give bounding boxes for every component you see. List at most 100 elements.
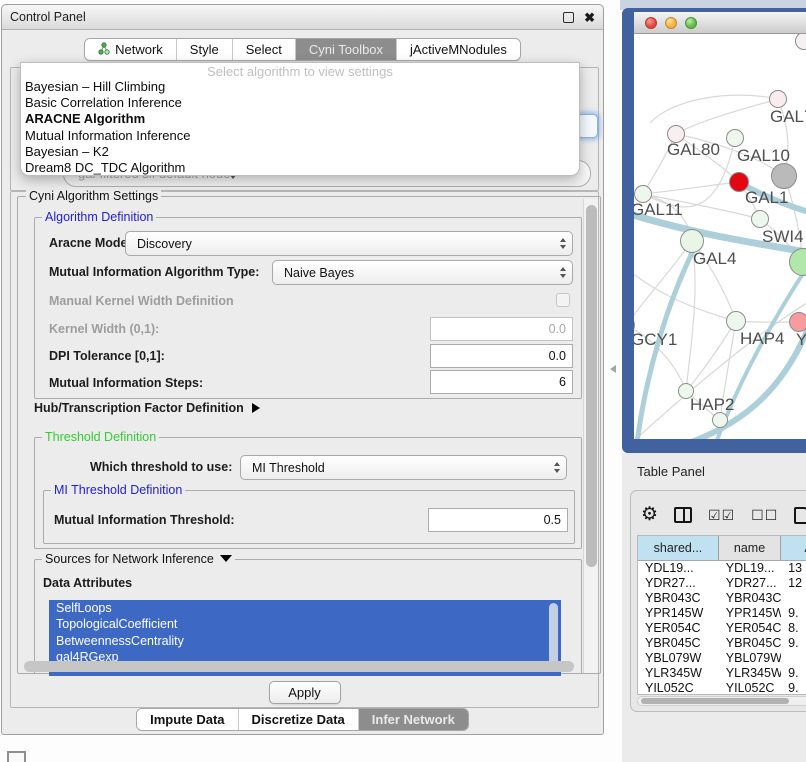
table-row[interactable]: YDR27...YDR27...12	[638, 576, 806, 591]
split-columns-icon[interactable]	[674, 507, 692, 523]
attribute-item[interactable]: SelfLoops	[49, 600, 561, 616]
tab-cyni-toolbox[interactable]: Cyni Toolbox	[296, 39, 397, 60]
table-cell: YBL079W	[638, 651, 719, 666]
network-icon	[98, 42, 110, 58]
tab-style[interactable]: Style	[177, 39, 233, 60]
manual-kernel-width-label: Manual Kernel Width Definition	[49, 294, 234, 308]
table-row[interactable]: YDL19...YDL19...13	[638, 561, 806, 576]
tab-network[interactable]: Network	[85, 39, 177, 60]
mi-algorithm-type-select[interactable]: Naive Bayes	[272, 260, 573, 285]
network-node-hap4[interactable]	[726, 311, 746, 331]
settings-gear-icon[interactable]: ⚙	[641, 505, 658, 525]
node-label: SWI4	[762, 227, 804, 247]
aracne-mode-select[interactable]: Discovery	[125, 231, 573, 256]
table-cell: 9.	[781, 681, 806, 695]
apply-button[interactable]: Apply	[269, 681, 341, 704]
node-label: GAL80	[667, 140, 720, 160]
tab-select[interactable]: Select	[233, 39, 296, 60]
algorithm-option[interactable]: Bayesian – K2	[21, 144, 579, 160]
tab-infer-network[interactable]: Infer Network	[359, 709, 468, 730]
minimize-traffic-light[interactable]	[665, 17, 677, 29]
which-threshold-select[interactable]: MI Threshold	[240, 455, 567, 480]
network-node-gal7[interactable]	[769, 90, 787, 108]
table-cell: 9.	[781, 666, 806, 681]
table-row[interactable]: YBR045CYBR045C9.	[638, 636, 806, 651]
data-attributes-label: Data Attributes	[43, 576, 132, 590]
which-threshold-label: Which threshold to use:	[90, 460, 232, 474]
minimized-window-icon[interactable]	[7, 751, 26, 762]
close-traffic-light[interactable]	[645, 17, 657, 29]
table-cell: 8.	[781, 621, 806, 636]
table-row[interactable]: YPR145WYPR145W9.	[638, 606, 806, 621]
table-panel-region: Table Panel ⚙ ☑☑ ☐☐ shared...nameA YDL19…	[622, 453, 806, 762]
node-label: HAP2	[690, 395, 734, 415]
bottom-tabbar: Impute Data Discretize Data Infer Networ…	[2, 708, 603, 731]
attribute-item[interactable]: TopologicalCoefficient	[49, 616, 561, 632]
node-attribute-table[interactable]: shared...nameA YDL19...YDL19...13YDR27..…	[637, 535, 806, 695]
float-window-icon[interactable]	[563, 12, 574, 23]
algorithm-option[interactable]: Basic Correlation Inference	[21, 95, 579, 111]
table-cell: 9.	[781, 606, 806, 621]
network-node-gal10[interactable]	[726, 129, 744, 147]
kernel-width-input[interactable]: 0.0	[430, 317, 573, 341]
manual-kernel-width-checkbox[interactable]	[556, 293, 570, 307]
expand-arrow-icon	[252, 403, 260, 413]
sources-group-title: Sources for Network Inference	[42, 552, 235, 566]
node-label: HAP4	[740, 329, 784, 349]
tab-impute-data[interactable]: Impute Data	[137, 709, 238, 730]
column-header[interactable]: A	[781, 536, 806, 560]
mi-threshold-group-title: MI Threshold Definition	[51, 483, 185, 497]
list-scrollbar-thumb[interactable]	[549, 603, 558, 665]
network-node-y[interactable]	[789, 312, 806, 332]
table-row[interactable]: YBL079WYBL079W	[638, 651, 806, 666]
table-row[interactable]: YLR345WYLR345W9.	[638, 666, 806, 681]
algorithm-option-selected[interactable]: ARACNE Algorithm	[21, 111, 579, 127]
table-cell: 12	[781, 576, 806, 591]
table-cell: YBR045C	[719, 636, 781, 651]
mi-steps-input[interactable]: 6	[430, 370, 573, 394]
table-cell: YBR043C	[638, 591, 719, 606]
settings-hscrollbar-thumb[interactable]	[24, 661, 574, 672]
table-cell: YPR145W	[638, 606, 719, 621]
dpi-tolerance-input[interactable]: 0.0	[430, 344, 573, 368]
stepper-arrows-icon	[560, 267, 566, 278]
threshold-definition-title: Threshold Definition	[42, 430, 159, 444]
node-label: Y	[796, 330, 806, 350]
network-node[interactable]	[712, 412, 728, 428]
algorithm-option[interactable]: Dream8 DC_TDC Algorithm	[21, 160, 579, 176]
attribute-item[interactable]: BetweennessCentrality	[49, 633, 561, 649]
table-cell: YDL19...	[719, 561, 781, 576]
column-header[interactable]: name	[719, 536, 781, 560]
checked-pair-icon[interactable]: ☑☑	[708, 507, 735, 524]
infer-network-panel: Cyni Algorithm Settings Algorithm Defini…	[10, 191, 599, 708]
network-canvas[interactable]: GAL7GAL80GAL10GAL1GAL11SWI4GAL4GCY1HAP4Y…	[634, 34, 806, 439]
table-cell: YDR27...	[638, 576, 719, 591]
settings-group-title: Cyni Algorithm Settings	[26, 189, 161, 203]
settings-vertical-scrollbar[interactable]	[583, 199, 598, 673]
zoom-traffic-light[interactable]	[685, 17, 697, 29]
table-cell: YDR27...	[719, 576, 781, 591]
algorithm-option[interactable]: Mutual Information Inference	[21, 128, 579, 144]
tab-jactivemnodules[interactable]: jActiveMNodules	[397, 39, 520, 60]
algorithm-option[interactable]: Bayesian – Hill Climbing	[21, 79, 579, 95]
network-node[interactable]	[771, 163, 797, 189]
table-hscrollbar-thumb[interactable]	[641, 698, 789, 704]
network-node-swi4[interactable]	[751, 210, 769, 228]
settings-vscrollbar-thumb[interactable]	[586, 205, 597, 567]
table-row[interactable]: YER054CYER054C8.	[638, 621, 806, 636]
mi-threshold-input[interactable]: 0.5	[428, 508, 568, 532]
document-icon[interactable]	[794, 507, 806, 524]
hub-definition-expander[interactable]: Hub/Transcription Factor Definition	[34, 401, 260, 415]
unchecked-pair-icon[interactable]: ☐☐	[751, 507, 778, 524]
table-row[interactable]: YBR043CYBR043C	[638, 591, 806, 606]
column-header[interactable]: shared...	[638, 536, 719, 560]
table-cell: YBR045C	[638, 636, 719, 651]
table-hscrollbar[interactable]	[637, 696, 806, 706]
network-window-titlebar[interactable]	[634, 12, 806, 34]
table-panel-title: Table Panel	[637, 464, 705, 479]
table-body: YDL19...YDL19...13YDR27...YDR27...12YBR0…	[638, 561, 806, 695]
close-icon[interactable]: ✖	[584, 12, 595, 23]
splitter-collapse-icon[interactable]	[610, 365, 616, 373]
tab-discretize-data[interactable]: Discretize Data	[239, 709, 359, 730]
table-row[interactable]: YIL052CYIL052C9.	[638, 681, 806, 695]
